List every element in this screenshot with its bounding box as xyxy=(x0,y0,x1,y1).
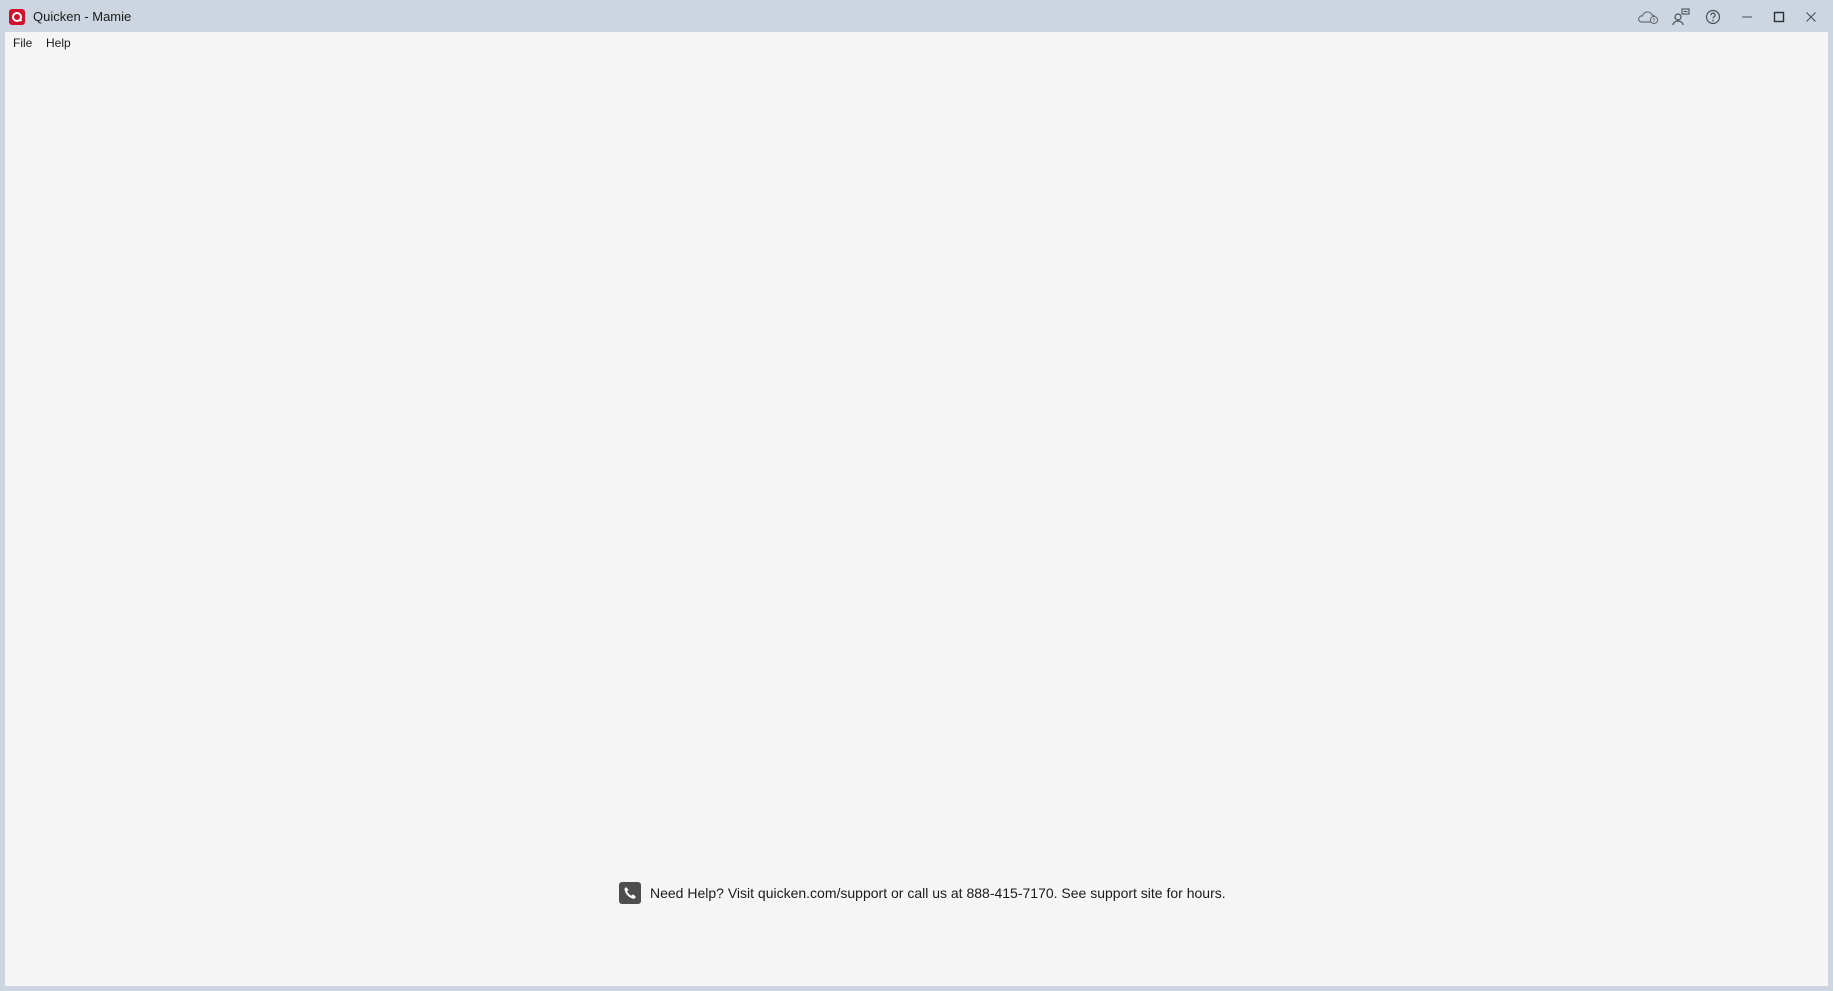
menu-bar: File Help xyxy=(5,32,1828,52)
minimize-icon[interactable] xyxy=(1735,6,1759,28)
maximize-icon[interactable] xyxy=(1767,6,1791,28)
menu-file[interactable]: File xyxy=(10,34,35,52)
support-text: Need Help? Visit quicken.com/support or … xyxy=(650,885,1226,901)
menu-help[interactable]: Help xyxy=(43,34,74,52)
window-title: Quicken - Mamie xyxy=(33,9,132,24)
account-feedback-icon[interactable] xyxy=(1669,6,1693,28)
quicken-logo-icon xyxy=(9,9,25,25)
close-icon[interactable] xyxy=(1799,6,1823,28)
cloud-sync-icon[interactable] xyxy=(1636,6,1660,28)
main-window-content: File Help Need Help? Visit quicken.com/s… xyxy=(5,32,1828,986)
title-bar[interactable]: Quicken - Mamie xyxy=(0,0,1833,32)
help-icon[interactable] xyxy=(1701,6,1725,28)
support-message: Need Help? Visit quicken.com/support or … xyxy=(619,881,1226,905)
phone-icon xyxy=(619,882,641,904)
